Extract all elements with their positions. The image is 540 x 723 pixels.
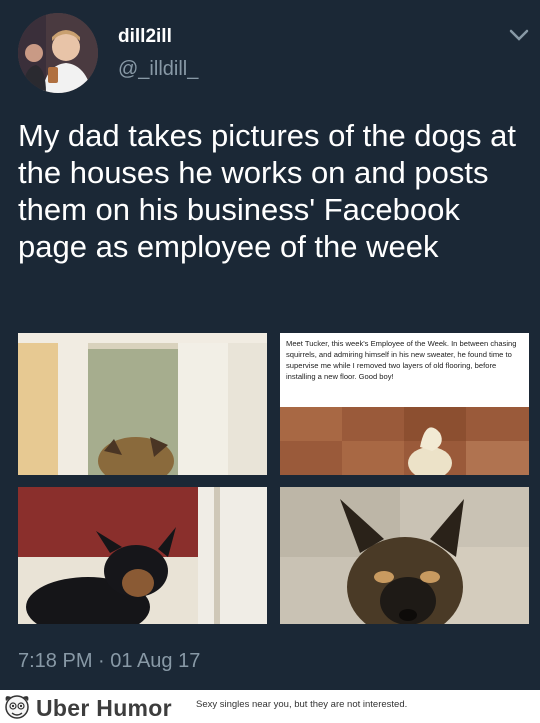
brand-name: Uber Humor: [36, 695, 172, 721]
chevron-down-icon[interactable]: [508, 28, 530, 42]
photo-facebook-post[interactable]: Meet Tucker, this week's Employee of the…: [280, 333, 529, 475]
uber-humor-logo-icon: [5, 695, 29, 719]
user-handle[interactable]: @_illdill_: [118, 58, 198, 81]
photo-german-shepherd[interactable]: [280, 487, 529, 624]
tweet-header: dill2ill @_illdill_: [0, 0, 540, 100]
dog-on-sofa-image: [18, 487, 267, 624]
dog-in-doorway-image: [18, 333, 267, 475]
facebook-caption: Meet Tucker, this week's Employee of the…: [286, 339, 517, 381]
german-shepherd-image: [280, 487, 529, 624]
avatar[interactable]: [18, 13, 98, 93]
photo-dog-doorway[interactable]: [18, 333, 267, 475]
dog-on-floor-image: [280, 407, 529, 475]
photo-dog-sofa[interactable]: [18, 487, 267, 624]
avatar-photo: [18, 13, 98, 93]
ad-tagline: Sexy singles near you, but they are not …: [196, 699, 408, 710]
photo-grid: Meet Tucker, this week's Employee of the…: [0, 333, 540, 633]
tweet-text: My dad takes pictures of the dogs at the…: [18, 118, 516, 264]
watermark-footer: Uber Humor Sexy singles near you, but th…: [0, 690, 540, 723]
tweet-timestamp: 7:18 PM · 01 Aug 17: [18, 650, 201, 672]
display-name[interactable]: dill2ill: [118, 26, 172, 48]
